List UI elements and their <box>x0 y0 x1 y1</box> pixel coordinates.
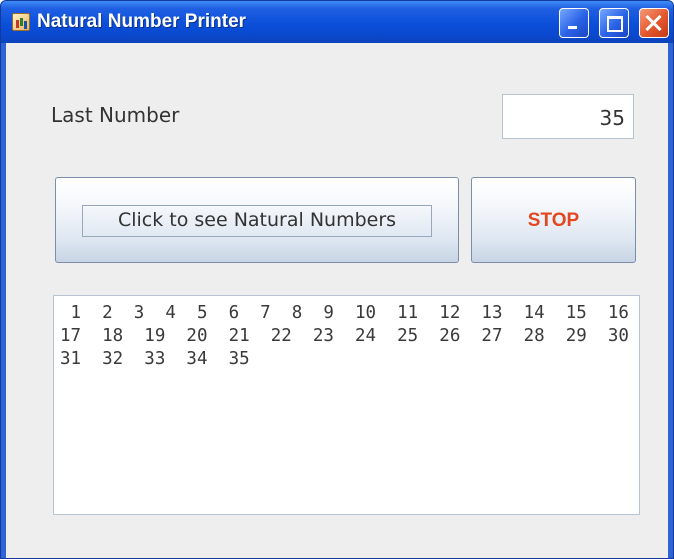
show-natural-numbers-label: Click to see Natural Numbers <box>117 209 397 231</box>
close-button[interactable] <box>639 8 669 38</box>
maximize-icon <box>600 9 628 37</box>
stop-button[interactable]: STOP <box>471 177 636 263</box>
content-panel: Last Number 35 Click to see Natural Numb… <box>6 43 668 558</box>
show-natural-numbers-button[interactable]: Click to see Natural Numbers <box>55 177 459 263</box>
minimize-button[interactable] <box>559 8 589 38</box>
numbers-output-area[interactable]: 1 2 3 4 5 6 7 8 9 10 11 12 13 14 15 16 1… <box>53 295 640 515</box>
title-bar[interactable]: Natural Number Printer <box>1 1 673 43</box>
java-app-icon <box>12 13 30 31</box>
close-icon <box>640 9 668 37</box>
app-window: Natural Number Printer Last Number 35 Cl… <box>0 0 674 559</box>
maximize-button[interactable] <box>599 8 629 38</box>
minimize-icon <box>560 9 588 37</box>
window-title: Natural Number Printer <box>37 11 247 32</box>
stop-label: STOP <box>527 210 580 231</box>
last-number-label: Last Number <box>51 103 180 127</box>
last-number-field[interactable]: 35 <box>502 94 634 139</box>
